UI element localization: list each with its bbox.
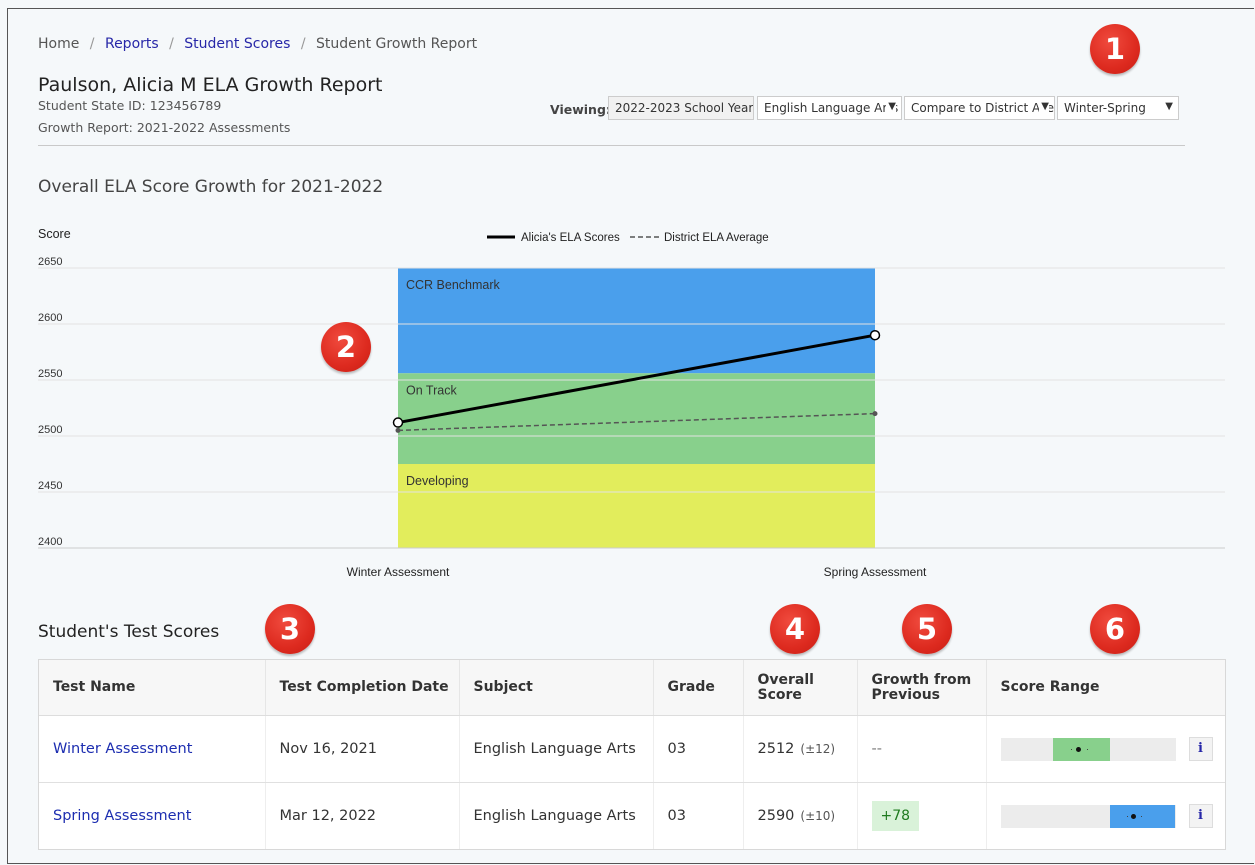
y-tick-label: 2500 — [38, 424, 62, 436]
overall-score-cell: 2590 (±10) — [743, 782, 858, 849]
table-header-row: Test Name Test Completion Date Subject G… — [39, 660, 1225, 716]
column-header-test-name[interactable]: Test Name — [39, 660, 266, 716]
growth-chart: CCR Benchmark On Track Developing 2400 2450 2… — [38, 227, 1225, 579]
student-score-point — [869, 329, 881, 341]
score-range-band — [1109, 804, 1176, 828]
chart-band-label: CCR Benchmark — [406, 278, 501, 292]
score-range-marker — [1131, 813, 1136, 819]
callout-badge-3: 3 — [265, 604, 315, 654]
overall-score-cell: 2512 (±12) — [743, 715, 858, 783]
score-range-cell: i — [986, 783, 1225, 850]
x-category-label: Winter Assessment — [347, 565, 450, 579]
info-icon[interactable]: i — [1188, 737, 1213, 761]
score-range-tick — [1140, 815, 1142, 817]
score-margin: (±12) — [800, 742, 836, 756]
callout-badge-2: 2 — [321, 322, 371, 372]
score-range-band — [1053, 737, 1110, 761]
chart-band-label: On Track — [406, 383, 457, 397]
score-range-tick — [1087, 748, 1089, 750]
district-average-point — [872, 411, 878, 417]
callout-badge-1: 1 — [1090, 24, 1140, 74]
subject-cell: English Language Arts — [459, 782, 654, 849]
column-header-score-range[interactable]: Score Range — [986, 660, 1225, 716]
legend-district-label: District ELA Average — [664, 232, 769, 244]
test-name-link[interactable]: Spring Assessment — [53, 808, 191, 824]
date-cell: Mar 12, 2022 — [265, 782, 460, 849]
y-tick-label: 2650 — [38, 256, 62, 268]
student-score-point — [392, 417, 404, 428]
callout-badge-4: 4 — [770, 604, 820, 654]
grade-cell: 03 — [653, 782, 744, 849]
legend-student-label: Alicia's ELA Scores — [521, 232, 620, 244]
score-margin: (±10) — [800, 809, 836, 823]
chart-band-label: Developing — [406, 474, 469, 488]
score-range-bar — [1000, 804, 1176, 828]
score-value: 2512 — [757, 741, 795, 757]
score-value: 2590 — [757, 808, 795, 824]
scores-section-title: Student's Test Scores — [38, 622, 220, 642]
table-row: Winter Assessment Nov 16, 2021 English Lan… — [39, 715, 1225, 783]
test-name-link[interactable]: Winter Assessment — [53, 741, 192, 757]
growth-value: -- — [871, 741, 882, 757]
subject-cell: English Language Arts — [459, 715, 654, 783]
growth-cell: -- — [857, 715, 987, 783]
table-row: Spring Assessment Mar 12, 2022 English Lan… — [39, 782, 1225, 850]
y-axis-label: Score — [38, 227, 71, 241]
y-tick-label: 2600 — [38, 312, 62, 324]
score-range-bar — [1000, 737, 1176, 761]
scores-table: Test Name Test Completion Date Subject G… — [38, 659, 1226, 850]
date-cell: Nov 16, 2021 — [265, 715, 460, 783]
callout-badge-5: 5 — [902, 604, 952, 654]
callout-badge-6: 6 — [1090, 604, 1140, 654]
chart-band — [398, 373, 875, 464]
y-tick-label: 2550 — [38, 368, 62, 380]
y-tick-label: 2400 — [38, 536, 62, 548]
column-header-grade[interactable]: Grade — [653, 660, 744, 716]
score-range-marker — [1076, 746, 1082, 752]
y-tick-label: 2450 — [38, 480, 62, 492]
score-range-cell: i — [986, 715, 1225, 783]
growth-cell: +78 — [857, 782, 987, 849]
x-category-label: Spring Assessment — [824, 565, 927, 579]
column-header-growth[interactable]: Growth from Previous — [857, 660, 987, 716]
test-name-cell: Winter Assessment — [39, 715, 266, 783]
growth-badge: +78 — [871, 801, 920, 831]
test-name-cell: Spring Assessment — [39, 782, 266, 849]
district-average-point — [395, 427, 401, 433]
score-range-tick — [1070, 748, 1072, 750]
score-range-tick — [1126, 815, 1128, 817]
column-header-subject[interactable]: Subject — [459, 660, 654, 716]
column-header-date[interactable]: Test Completion Date — [265, 660, 460, 716]
grade-cell: 03 — [653, 715, 744, 783]
column-header-overall-score[interactable]: Overall Score — [743, 660, 858, 716]
chart-band — [398, 464, 875, 548]
info-icon[interactable]: i — [1188, 804, 1213, 828]
